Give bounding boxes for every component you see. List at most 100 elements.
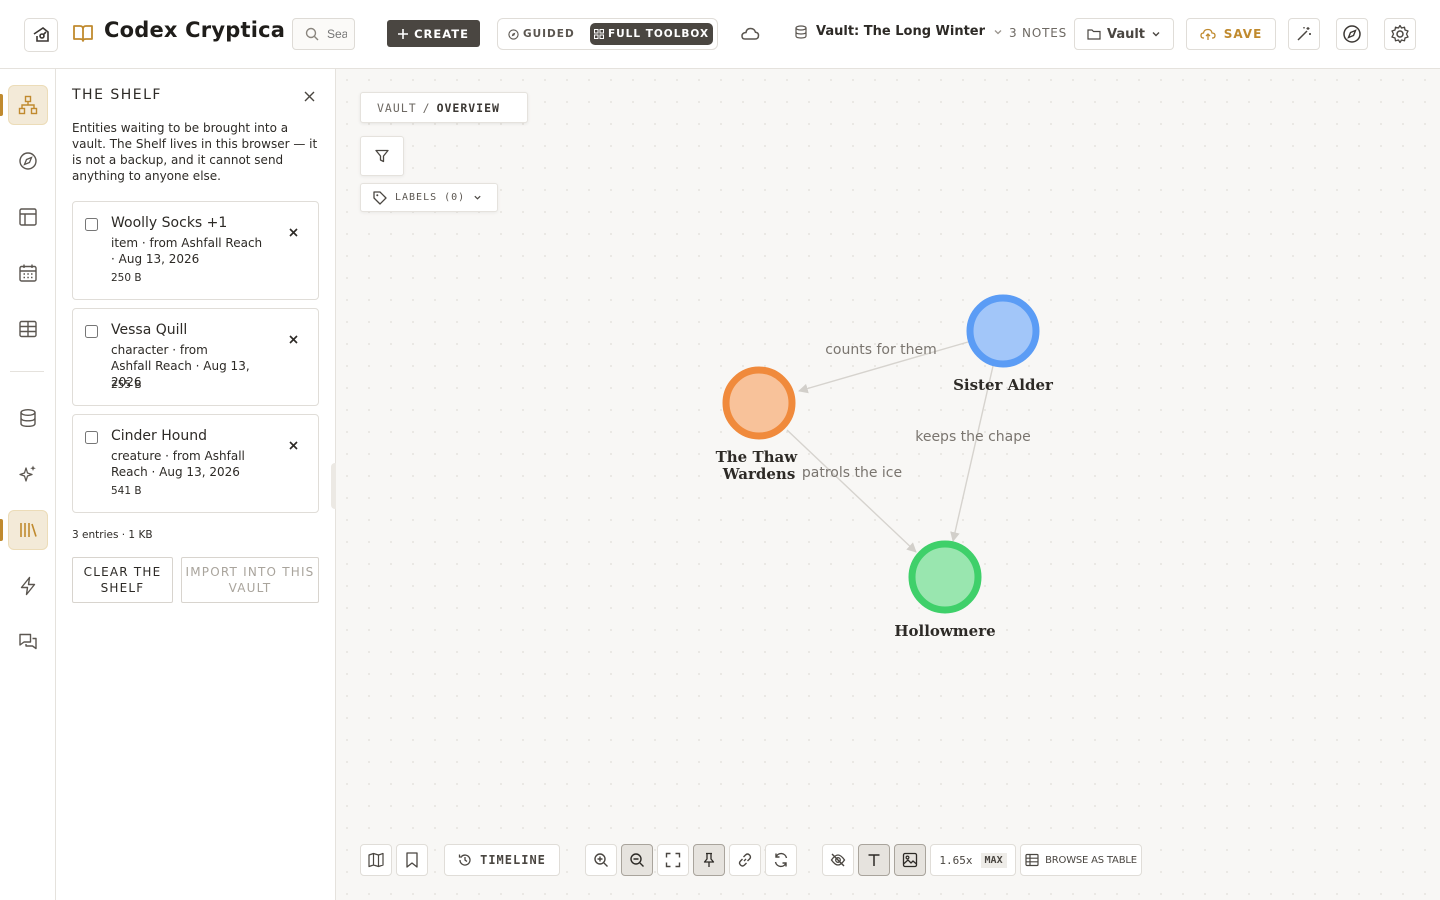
entry-remove-button[interactable] <box>285 224 301 240</box>
create-button[interactable]: CREATE <box>387 20 480 47</box>
mode-guided-button[interactable]: GUIDED <box>508 23 575 45</box>
graph-node[interactable]: Sister Alder <box>953 294 1054 394</box>
shelf-entry: Cinder Hound creature · from Ashfall Rea… <box>72 414 319 513</box>
rail-shelf-button[interactable] <box>8 510 48 550</box>
gear-icon <box>1391 24 1409 44</box>
entry-checkbox[interactable] <box>85 325 98 338</box>
text-icon <box>868 854 880 866</box>
entry-checkbox[interactable] <box>85 431 98 444</box>
chevron-down-icon <box>474 195 481 200</box>
vault-button-label: Vault <box>1106 26 1146 42</box>
filter-button[interactable] <box>360 136 404 176</box>
mode-full-label: FULL TOOLBOX <box>607 28 710 40</box>
active-rail-marker <box>0 519 3 541</box>
settings-button[interactable] <box>1384 18 1416 50</box>
graph-node[interactable]: The Thaw Wardens <box>716 366 803 483</box>
refresh-layout-button[interactable] <box>765 844 797 876</box>
node-label-line: Wardens <box>722 465 796 483</box>
compass-icon <box>19 152 37 170</box>
breadcrumb-separator: / <box>422 100 431 115</box>
node-label: Sister Alder <box>953 376 1054 394</box>
compass-icon <box>1343 25 1361 43</box>
canvas-icon <box>19 208 37 226</box>
graph-svg: counts for them keeps the chape patrols … <box>716 294 1054 640</box>
bookmark-button[interactable] <box>396 844 428 876</box>
fit-view-button[interactable] <box>657 844 689 876</box>
home-logo-button[interactable] <box>24 18 58 52</box>
rail-graph-button[interactable] <box>8 85 48 125</box>
rail-chat-button[interactable] <box>8 622 48 662</box>
fullscreen-icon <box>665 852 681 868</box>
folder-icon <box>1087 29 1101 40</box>
vault-selector[interactable]: Vault: The Long Winter <box>794 24 1003 39</box>
rail-divider <box>10 371 44 372</box>
close-icon <box>304 91 314 101</box>
timeline-button[interactable]: TIMELINE <box>444 844 560 876</box>
entry-size: 541 B <box>111 485 142 497</box>
rail-oracle-button[interactable] <box>8 454 48 494</box>
node-label: Hollowmere <box>894 622 995 640</box>
images-toggle[interactable] <box>894 844 926 876</box>
lightning-icon <box>20 576 36 596</box>
rail-table-button[interactable] <box>8 309 48 349</box>
vault-menu-button[interactable]: Vault <box>1074 18 1174 50</box>
labels-button-label: LABELS (0) <box>395 192 466 203</box>
chevron-down-icon <box>994 29 1002 34</box>
search-box[interactable] <box>292 18 355 50</box>
rail-calendar-button[interactable] <box>8 253 48 293</box>
breadcrumb-root[interactable]: VAULT <box>377 101 417 115</box>
shelf-close-button[interactable] <box>300 87 318 105</box>
shelf-panel: THE SHELF Entities waiting to be brought… <box>56 69 336 900</box>
grid-icon <box>593 29 604 39</box>
bookmark-icon <box>406 852 418 868</box>
node-label-line: The Thaw <box>716 448 799 466</box>
create-label: CREATE <box>414 26 469 41</box>
shelf-entry: Woolly Socks +1 item · from Ashfall Reac… <box>72 201 319 300</box>
edge-label: counts for them <box>825 342 937 358</box>
database-icon <box>20 409 36 428</box>
pin-button[interactable] <box>693 844 725 876</box>
filter-icon <box>375 149 389 163</box>
cloud-sync-icon[interactable] <box>740 24 760 44</box>
import-into-vault-button[interactable]: IMPORT INTO THIS VAULT <box>181 557 319 603</box>
app-logo-icon <box>33 27 49 42</box>
entry-size: 250 B <box>111 272 142 284</box>
close-icon <box>288 227 298 237</box>
map-button[interactable] <box>360 844 392 876</box>
graph-edge[interactable] <box>786 429 917 553</box>
edge-label: keeps the chape <box>915 429 1031 445</box>
zoom-max-badge: MAX <box>980 852 1007 868</box>
rail-explore-button[interactable] <box>8 141 48 181</box>
history-icon <box>458 854 471 866</box>
graph-node[interactable]: Hollowmere <box>894 540 996 640</box>
entry-checkbox[interactable] <box>85 218 98 231</box>
graph-canvas[interactable]: counts for them keeps the chape patrols … <box>336 69 1440 900</box>
table-icon <box>19 320 37 338</box>
labels-dropdown[interactable]: LABELS (0) <box>360 183 498 212</box>
notes-count: 3 NOTES <box>1009 26 1068 40</box>
search-input[interactable] <box>327 27 347 41</box>
clear-shelf-button[interactable]: CLEAR THE SHELF <box>72 557 173 603</box>
save-label: SAVE <box>1223 27 1263 41</box>
image-icon <box>902 852 918 868</box>
magic-wand-button[interactable] <box>1288 18 1320 50</box>
browse-as-table-button[interactable]: BROWSE AS TABLE <box>1020 844 1142 876</box>
entry-remove-button[interactable] <box>285 437 301 453</box>
zoom-out-button[interactable] <box>621 844 653 876</box>
save-button[interactable]: SAVE <box>1186 18 1276 50</box>
rail-database-button[interactable] <box>8 398 48 438</box>
rail-canvas-button[interactable] <box>8 197 48 237</box>
text-labels-toggle[interactable] <box>858 844 890 876</box>
zoom-in-button[interactable] <box>585 844 617 876</box>
link-button[interactable] <box>729 844 761 876</box>
explore-button[interactable] <box>1336 18 1368 50</box>
zoom-out-icon <box>630 853 644 867</box>
link-icon <box>738 853 752 867</box>
entry-remove-button[interactable] <box>285 331 301 347</box>
browse-as-table-label: BROWSE AS TABLE <box>1045 854 1137 866</box>
app-title: Codex Cryptica <box>104 18 286 42</box>
zoom-in-icon <box>594 853 608 867</box>
rail-actions-button[interactable] <box>8 566 48 606</box>
hide-button[interactable] <box>822 844 854 876</box>
mode-full-toolbox-button[interactable]: FULL TOOLBOX <box>590 23 713 45</box>
